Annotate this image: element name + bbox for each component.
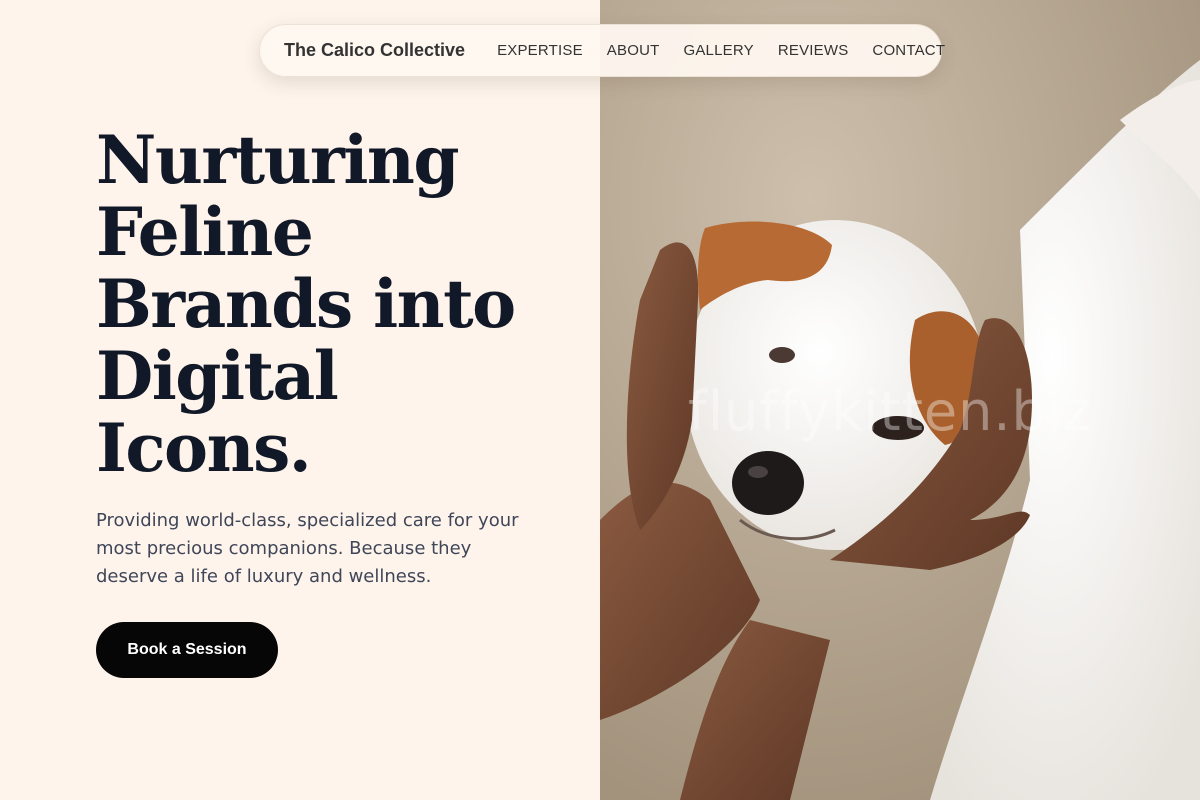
hero-title-line: Nurturing bbox=[96, 121, 460, 199]
watermark-text: fluffykitten.biz bbox=[688, 380, 1093, 443]
nav-link-expertise[interactable]: EXPERTISE bbox=[497, 42, 583, 59]
nav-link-contact[interactable]: CONTACT bbox=[872, 42, 945, 59]
brand-name[interactable]: The Calico Collective bbox=[284, 40, 465, 61]
book-session-button[interactable]: Book a Session bbox=[96, 622, 278, 678]
hero-section: Nurturing Feline Brands into Digital Ico… bbox=[0, 0, 600, 800]
nav-link-gallery[interactable]: GALLERY bbox=[683, 42, 753, 59]
hero-title-line: Digital bbox=[96, 337, 339, 415]
hero-description: Providing world-class, specialized care … bbox=[96, 510, 519, 587]
hero-title-line: Brands into bbox=[96, 265, 516, 343]
hero-title-line: Feline bbox=[96, 193, 314, 271]
nav-link-reviews[interactable]: REVIEWS bbox=[778, 42, 849, 59]
hero-title: Nurturing Feline Brands into Digital Ico… bbox=[96, 124, 566, 484]
nav-links: EXPERTISE ABOUT GALLERY REVIEWS CONTACT bbox=[497, 42, 945, 59]
top-navbar: The Calico Collective EXPERTISE ABOUT GA… bbox=[259, 24, 945, 77]
nav-link-about[interactable]: ABOUT bbox=[607, 42, 660, 59]
hero-photo: fluffykitten.biz bbox=[600, 0, 1200, 800]
hero-title-line: Icons. bbox=[96, 409, 312, 487]
